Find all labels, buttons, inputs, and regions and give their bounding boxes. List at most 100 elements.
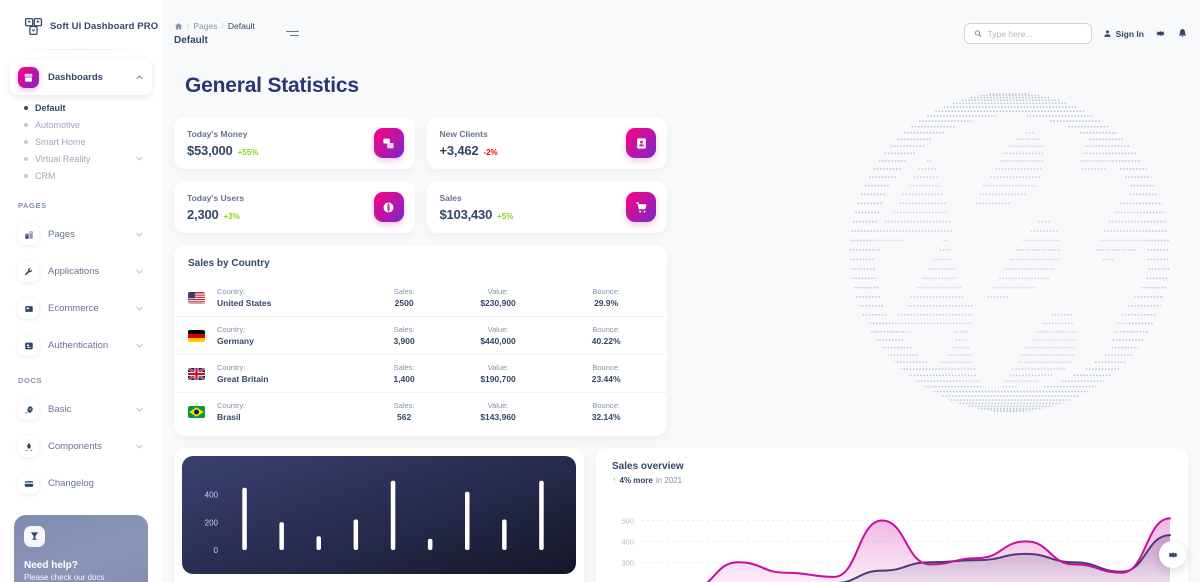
cup-icon	[24, 526, 45, 547]
flag-us	[188, 291, 205, 304]
sidebar-item-basic[interactable]: Basic	[10, 392, 152, 427]
value-amount: $440,000	[480, 336, 516, 346]
svg-text:200: 200	[205, 518, 219, 527]
sidebar-subitem-crm[interactable]: CRM	[10, 167, 152, 184]
sidebar-item-label: Pages	[48, 229, 75, 240]
bell-icon[interactable]	[1177, 28, 1188, 39]
chevron-down-icon	[136, 444, 143, 449]
search-input[interactable]	[987, 28, 1082, 39]
chevron-up-icon	[136, 75, 143, 80]
sales-overview-title: Sales overview	[612, 461, 684, 472]
stat-value: 2,300	[187, 206, 219, 222]
stat-delta: -2%	[483, 147, 498, 157]
gear-icon[interactable]	[1155, 28, 1166, 39]
sidebar-subitem-default[interactable]: Default	[10, 99, 152, 116]
svg-text:0: 0	[214, 546, 219, 555]
main-content: General Statistics Today's Money $53,000…	[162, 52, 1200, 582]
column-header-value: Value:	[487, 363, 509, 372]
sidebar-subitem-label: Default	[35, 102, 66, 113]
sales-overview-header: Sales overview ↑ 4% more in 2021	[596, 461, 1188, 485]
stat-card-todays-users[interactable]: Today's Users 2,300 +3%	[174, 181, 415, 233]
table-row[interactable]: Country: Brasil Sales: 562 Value: $143,9…	[174, 393, 667, 431]
value-cell: Value: $190,700	[442, 354, 554, 393]
column-header-country: Country:	[217, 401, 246, 410]
bounce-cell: Bounce: 29.9%	[553, 279, 667, 317]
bullet-icon	[24, 173, 28, 178]
stat-card-new-clients[interactable]: New Clients +3,462 -2%	[426, 117, 667, 169]
sidebar-item-authentication[interactable]: Authentication	[10, 328, 152, 363]
help-card: Need help? Please check our docs DOCUMEN…	[14, 515, 148, 582]
settings-fab-button[interactable]	[1159, 541, 1186, 568]
panel-title: Sales by Country	[188, 258, 270, 269]
sales-overview-trend: ↑ 4% more in 2021	[612, 476, 1188, 486]
divider	[16, 49, 146, 50]
chevron-down-icon	[136, 156, 143, 161]
bullet-icon	[24, 139, 28, 144]
sidebar-item-label: Dashboards	[48, 72, 103, 83]
sidebar-item-components[interactable]: Components	[10, 429, 152, 464]
column-header-value: Value:	[487, 325, 509, 334]
stat-card-todays-money[interactable]: Today's Money $53,000 +55%	[174, 117, 415, 169]
sales-value: 1,400	[393, 374, 415, 384]
country-name: Brasil	[217, 412, 241, 422]
column-header-bounce: Bounce:	[592, 325, 620, 334]
sidebar-item-ecommerce[interactable]: Ecommerce	[10, 291, 152, 326]
sales-value: 3,900	[393, 336, 415, 346]
section-title-docs: DOCS	[18, 376, 43, 385]
table-row[interactable]: Country: Germany Sales: 3,900 Value: $44…	[174, 316, 667, 355]
sidebar-subitem-virtual-reality[interactable]: Virtual Reality	[10, 150, 152, 167]
hamburger-icon[interactable]	[286, 28, 299, 39]
bounce-cell: Bounce: 23.44%	[553, 354, 667, 393]
value-cell: Value: $143,960	[443, 393, 553, 431]
rocket-icon	[18, 399, 39, 420]
sign-in-label: Sign In	[1115, 28, 1144, 39]
sales-value: 2500	[394, 298, 414, 308]
sidebar-item-applications[interactable]: Applications	[10, 254, 152, 289]
stat-delta: +3%	[223, 211, 240, 221]
bounce-cell: Bounce: 32.14%	[553, 393, 667, 431]
section-title-pages: PAGES	[18, 201, 47, 210]
column-header-bounce: Bounce:	[592, 401, 620, 410]
trend-value: 4% more	[619, 476, 653, 485]
search-box[interactable]	[963, 23, 1092, 44]
bullet-icon	[24, 156, 28, 161]
bullet-icon	[24, 105, 28, 110]
table-row[interactable]: Country: Great Britain Sales: 1,400 Valu…	[174, 354, 667, 393]
stat-card-sales[interactable]: Sales $103,430 +5%	[426, 181, 667, 233]
flag-gb	[188, 367, 205, 380]
chevron-down-icon	[136, 232, 143, 237]
chevron-down-icon	[136, 343, 143, 348]
svg-text:500: 500	[621, 517, 634, 526]
sign-in-link[interactable]: Sign In	[1103, 29, 1144, 39]
column-header-sales: Sales:	[393, 287, 415, 296]
country-cell: Country: Great Britain	[211, 354, 366, 393]
sidebar-subitem-label: Smart Home	[35, 136, 86, 147]
stat-delta: +55%	[237, 147, 259, 157]
chevron-down-icon	[136, 269, 143, 274]
stat-delta: +5%	[497, 211, 514, 221]
table-row[interactable]: Country: United States Sales: 2500 Value…	[174, 279, 667, 317]
sidebar-item-dashboards[interactable]: Dashboards	[10, 60, 152, 95]
svg-text:400: 400	[205, 491, 219, 500]
home-icon[interactable]	[174, 22, 183, 31]
sidebar-subitem-label: CRM	[35, 170, 56, 181]
column-header-sales: Sales:	[393, 325, 415, 334]
sidebar-item-label: Components	[48, 441, 102, 452]
breadcrumb-pages[interactable]: Pages	[193, 21, 217, 31]
stat-label: Today's Money	[187, 128, 248, 139]
sidebar-subitem-smart-home[interactable]: Smart Home	[10, 133, 152, 150]
sidebar-item-pages[interactable]: Pages	[10, 217, 152, 252]
active-users-title: Active Users	[174, 574, 584, 582]
search-icon	[974, 30, 981, 37]
breadcrumb-default[interactable]: Default	[228, 21, 255, 31]
sales-cell: Sales: 3,900	[365, 316, 443, 355]
sidebar-item-changelog[interactable]: Changelog	[10, 466, 152, 501]
bounce-value: 40.22%	[591, 336, 621, 346]
country-flag-cell	[174, 354, 211, 393]
sidebar-subitem-automotive[interactable]: Automotive	[10, 116, 152, 133]
brand[interactable]: Soft UI Dashboard PRO	[10, 0, 158, 49]
help-subtitle: Please check our docs	[24, 573, 105, 582]
stat-label: Today's Users	[187, 192, 245, 203]
dashboard-root: Soft UI Dashboard PRO Dashboards Default…	[0, 0, 1200, 582]
sales-by-country-panel: Sales by Country Country: United States …	[174, 245, 667, 436]
